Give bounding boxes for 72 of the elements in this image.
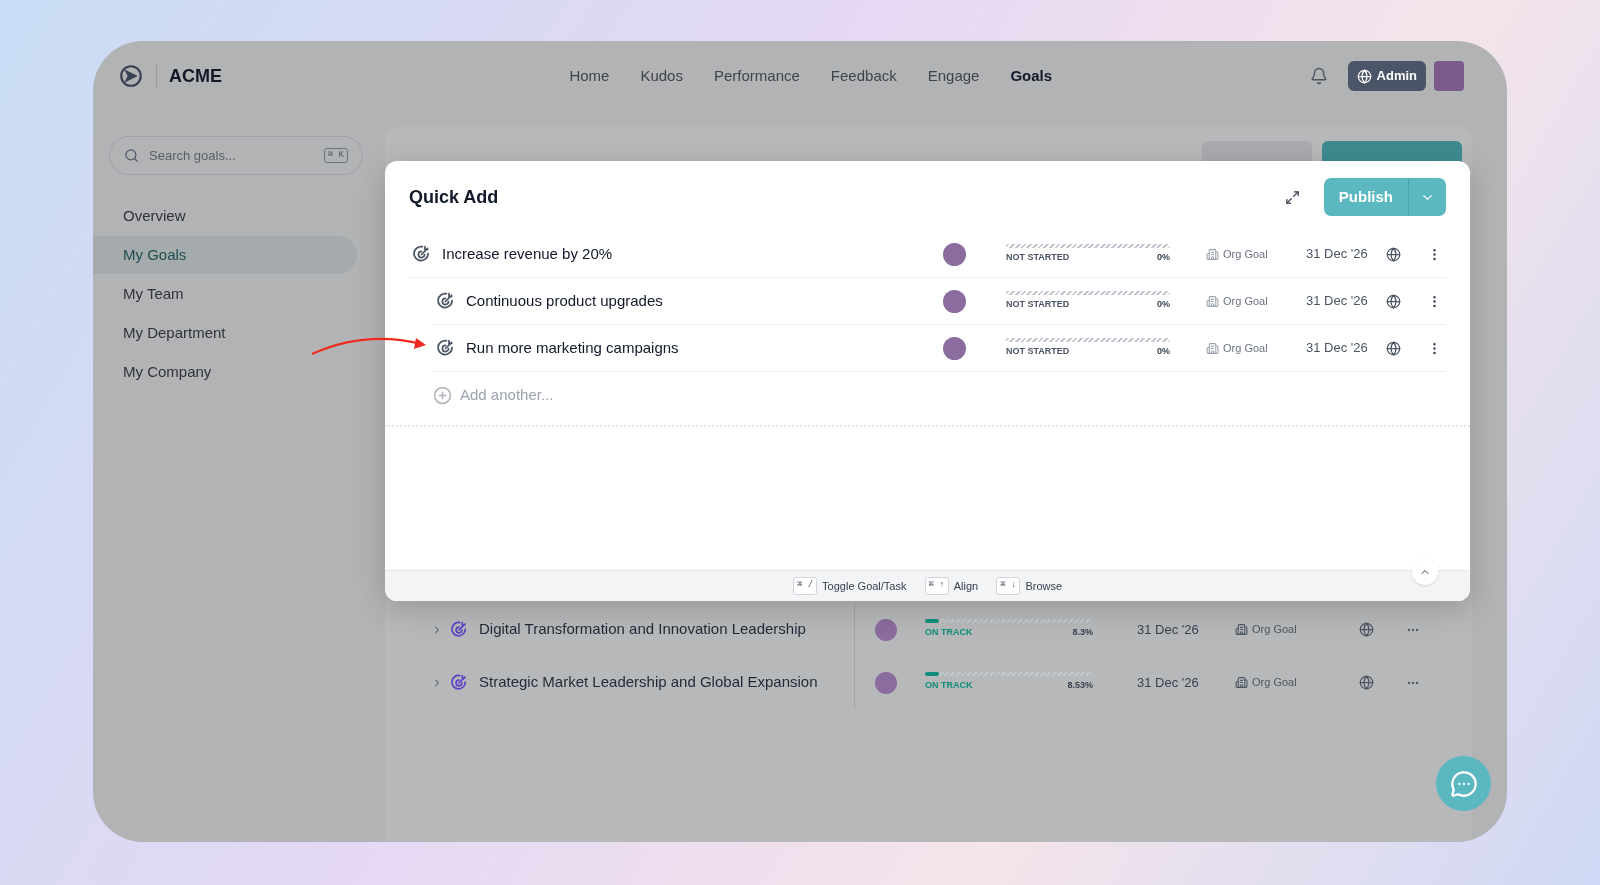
status-label: ON TRACK <box>925 679 973 693</box>
status-label: NOT STARTED <box>1006 250 1070 264</box>
sidebar-item[interactable]: My Company <box>93 353 357 391</box>
globe-icon[interactable] <box>1386 246 1401 262</box>
brand-name: ACME <box>169 64 222 88</box>
goal-type: Org Goal <box>1223 293 1268 309</box>
globe-icon[interactable] <box>1386 293 1401 309</box>
expand-icon[interactable] <box>1284 189 1300 205</box>
goal-type: Org Goal <box>1252 675 1297 691</box>
shortcut-key: ⌘ ↓ <box>996 577 1021 595</box>
goal-type: Org Goal <box>1223 340 1268 356</box>
logo-icon <box>118 63 144 89</box>
status-label: NOT STARTED <box>1006 344 1070 358</box>
avatar <box>943 336 966 360</box>
nav-link[interactable]: Home <box>569 64 610 88</box>
avatar <box>943 289 966 313</box>
due-date: 31 Dec '26 <box>1306 339 1369 358</box>
progress-percent: 0% <box>1157 250 1170 264</box>
shortcut-key: ⌘ K <box>323 147 348 164</box>
target-arrow-icon <box>449 619 469 640</box>
status-label: ON TRACK <box>925 626 973 640</box>
goal-type: Org Goal <box>1252 622 1297 638</box>
sidebar-item[interactable]: My Team <box>93 275 357 313</box>
building-icon <box>1206 341 1219 355</box>
avatar <box>875 671 897 694</box>
sidebar-item[interactable]: My Goals <box>93 236 357 274</box>
goal-title[interactable]: Run more marketing campaigns <box>466 336 943 360</box>
status-label: NOT STARTED <box>1006 297 1070 311</box>
building-icon <box>1235 676 1248 689</box>
target-arrow-icon <box>449 672 469 693</box>
due-date: 31 Dec '26 <box>1306 245 1369 264</box>
add-goal-field[interactable]: Add another... <box>460 384 1446 407</box>
nav-link[interactable]: Performance <box>713 64 800 88</box>
building-icon <box>1235 623 1248 636</box>
goal-title[interactable]: Digital Transformation and Innovation Leadership <box>479 618 806 641</box>
shortcut-key: ⌘ ↑ <box>924 577 949 595</box>
nav-link[interactable]: Feedback <box>830 64 897 88</box>
notification-bell-icon[interactable] <box>1309 67 1328 85</box>
sidebar-item[interactable]: My Department <box>93 314 357 352</box>
globe-icon[interactable] <box>1359 622 1374 637</box>
globe-icon <box>1356 68 1372 84</box>
globe-icon[interactable] <box>1386 340 1401 356</box>
nav-link[interactable]: Goals <box>1010 64 1053 88</box>
sidebar-item[interactable]: Overview <box>93 197 357 235</box>
nav-link[interactable]: Kudos <box>640 64 683 88</box>
progress-percent: 8.53% <box>1067 679 1093 693</box>
goal-type: Org Goal <box>1223 246 1268 262</box>
building-icon <box>1206 247 1219 261</box>
avatar <box>875 618 897 641</box>
admin-button[interactable]: Admin <box>1347 61 1426 91</box>
dialog-title: Quick Add <box>409 185 500 209</box>
avatar <box>943 242 966 266</box>
due-date: 31 Dec '26 <box>1137 620 1200 639</box>
shortcut-key: ⌘ / <box>792 577 818 595</box>
chat-icon <box>1449 769 1478 798</box>
progress-percent: 8.3% <box>1072 626 1093 640</box>
add-icon <box>433 386 452 405</box>
building-icon <box>1206 294 1219 308</box>
globe-icon[interactable] <box>1359 675 1374 690</box>
shortcut-label: Align <box>953 578 979 594</box>
goal-title[interactable]: Increase revenue by 20% <box>442 242 943 266</box>
search-icon <box>124 148 139 163</box>
goal-title[interactable]: Strategic Market Leadership and Global Expansion <box>479 671 818 694</box>
progress-percent: 0% <box>1157 344 1170 358</box>
search-input[interactable]: Search goals... <box>149 145 314 166</box>
shortcut-label: Browse <box>1025 578 1063 594</box>
goal-title[interactable]: Continuous product upgrades <box>466 289 943 313</box>
due-date: 31 Dec '26 <box>1137 673 1200 692</box>
progress-percent: 0% <box>1157 297 1170 311</box>
nav-link[interactable]: Engage <box>927 64 980 88</box>
due-date: 31 Dec '26 <box>1306 292 1369 311</box>
shortcut-label: Toggle Goal/Task <box>822 578 907 594</box>
